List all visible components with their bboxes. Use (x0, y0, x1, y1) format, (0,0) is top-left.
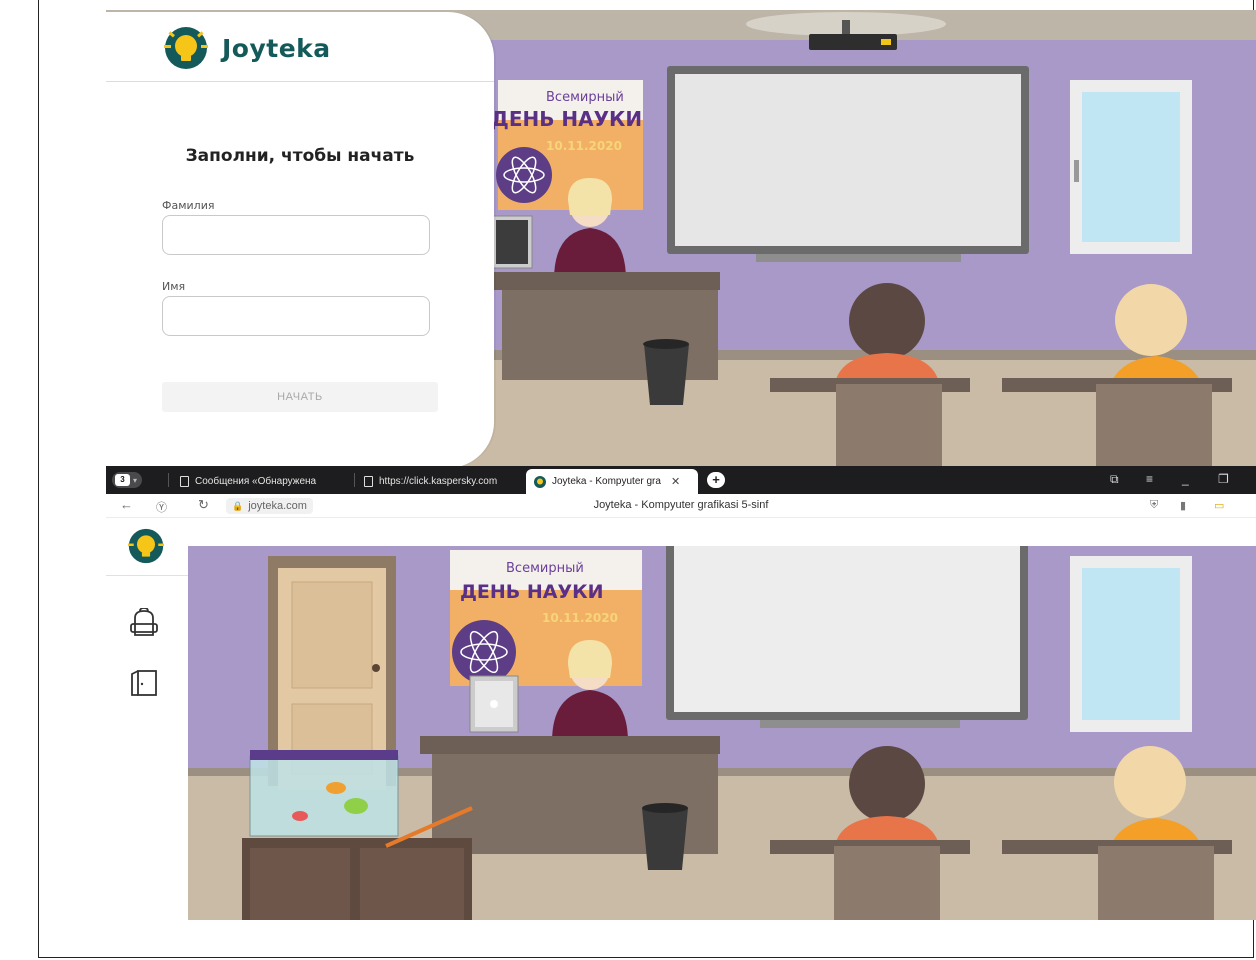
tab-separator (168, 473, 169, 487)
minimize-icon[interactable]: _ (1182, 472, 1189, 486)
tabs-overview-icon[interactable]: ⧉ (1110, 472, 1119, 487)
tab-messages[interactable]: Сообщения «Обнаружена (172, 469, 352, 494)
document-icon (364, 476, 373, 487)
joyteka-logo-icon (164, 27, 208, 69)
poster-title-line1: Всемирный (546, 90, 624, 105)
login-screenshot: Всемирный ДЕНЬ НАУКИ 10.11.2020 Joyteka … (106, 10, 1256, 466)
joyteka-favicon-icon (534, 475, 546, 488)
tab-label: Сообщения «Обнаружена (195, 476, 317, 487)
surname-label: Фамилия (162, 199, 215, 212)
poster-date: 10.11.2020 (546, 139, 622, 153)
reload-icon[interactable]: ↻ (198, 497, 209, 513)
login-panel: Joyteka Заполни, чтобы начать Фамилия Им… (106, 12, 494, 466)
brand-name: Joyteka (222, 33, 331, 63)
backpack-icon[interactable] (128, 608, 160, 638)
poster-title-line2: ДЕНЬ НАУКИ (491, 107, 642, 131)
url-field[interactable]: 🔒 joyteka.com (226, 498, 313, 514)
close-tab-icon[interactable]: ✕ (671, 475, 680, 488)
page: Всемирный ДЕНЬ НАУКИ 10.11.2020 Joyteka … (0, 0, 1256, 960)
tab-count: 3 (115, 474, 130, 486)
joyteka-logo-icon[interactable] (126, 528, 166, 564)
browser-tab-bar: 3 ▾ Сообщения «Обнаружена https://click.… (106, 466, 1256, 494)
restore-icon[interactable]: ❐ (1218, 472, 1229, 486)
new-tab-button[interactable]: + (707, 472, 725, 488)
tab-kaspersky[interactable]: https://click.kaspersky.com (356, 469, 526, 494)
form-title: Заполни, чтобы начать (185, 146, 415, 166)
tab-label: https://click.kaspersky.com (379, 476, 498, 487)
document-icon (180, 476, 189, 487)
bookmark-icon[interactable]: ▮ (1180, 499, 1186, 512)
poster-title-line1: Всемирный (506, 561, 584, 576)
tab-label: Joyteka - Kompyuter gra (552, 476, 661, 487)
brand: Joyteka (162, 26, 331, 70)
back-arrow-icon[interactable]: ← (120, 497, 133, 512)
exit-door-icon[interactable] (130, 668, 160, 698)
browser-screenshot: 3 ▾ Сообщения «Обнаружена https://click.… (106, 466, 1256, 920)
chevron-down-icon: ▾ (133, 475, 138, 485)
sidebar-logo-row (106, 518, 188, 576)
login-header: Joyteka (106, 12, 494, 82)
tab-joyteka[interactable]: Joyteka - Kompyuter gra ✕ (526, 469, 698, 494)
tab-counter-button[interactable]: 3 ▾ (112, 472, 142, 488)
address-bar: ← Ⓨ ↻ 🔒 joyteka.com Joyteka - Kompyuter … (106, 494, 1256, 518)
start-button[interactable]: НАЧАТЬ (162, 382, 438, 412)
battery-icon: ▭ (1214, 500, 1225, 512)
tab-separator (354, 473, 355, 487)
lock-icon: 🔒 (232, 500, 244, 511)
classroom-scene: Всемирный ДЕНЬ НАУКИ 10.11.2020 (188, 546, 1256, 920)
poster-date: 10.11.2020 (542, 611, 618, 625)
protect-icon[interactable]: ⛨ (1150, 499, 1158, 512)
yandex-icon[interactable]: Ⓨ (156, 499, 167, 515)
app-top-strip (188, 518, 1256, 546)
app-sidebar (106, 518, 188, 920)
menu-icon[interactable]: ≡ (1146, 472, 1153, 486)
url-text: joyteka.com (248, 500, 307, 512)
poster-title-line2: ДЕНЬ НАУКИ (460, 581, 604, 603)
name-label: Имя (162, 280, 186, 293)
surname-input[interactable] (162, 215, 430, 255)
name-input[interactable] (162, 296, 430, 336)
